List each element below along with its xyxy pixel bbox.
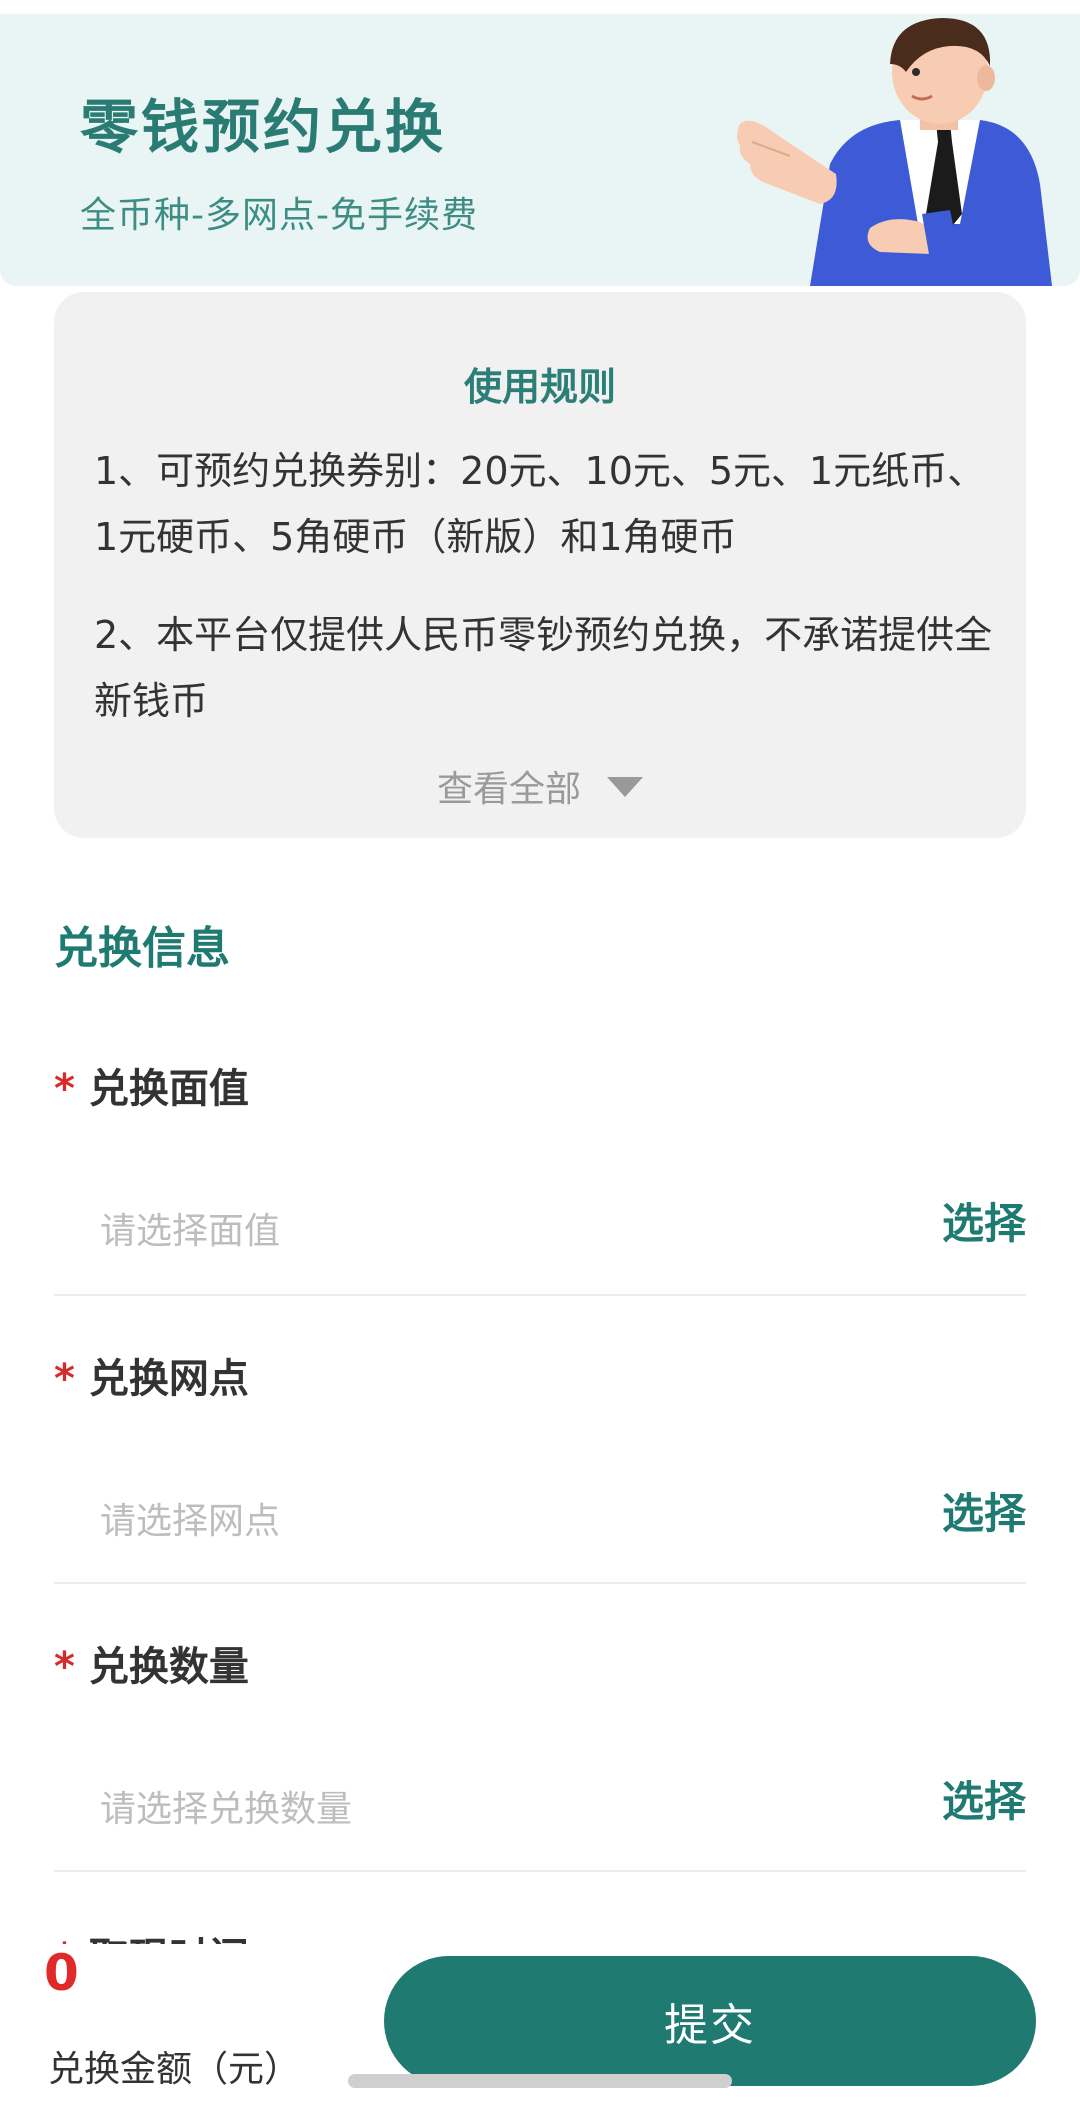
required-mark: * (54, 1066, 75, 1112)
businessman-illustration (737, 18, 1052, 286)
required-mark: * (54, 1935, 75, 1944)
view-all-label: 查看全部 (436, 769, 581, 810)
banner-subtitle: 全币种-多网点-免手续费 (80, 195, 478, 236)
section-title: 兑换信息 (54, 923, 230, 974)
exchange-amount-value: 0 (44, 1944, 79, 2002)
rules-card: 使用规则 1、可预约兑换券别：20元、10元、5元、1元纸币、1元硬币、5角硬币… (54, 292, 1026, 838)
home-indicator (348, 2074, 732, 2088)
required-mark: * (54, 1356, 75, 1402)
field-label-text: 取现时间 (89, 1935, 249, 1944)
field-label-quantity: * 兑换数量 (54, 1634, 249, 1692)
submit-button[interactable]: 提交 (384, 1956, 1036, 2086)
required-mark: * (54, 1644, 75, 1690)
rule-item: 1、可预约兑换券别：20元、10元、5元、1元纸币、1元硬币、5角硬币（新版）和… (94, 449, 986, 559)
divider (54, 1870, 1026, 1872)
caret-down-icon (607, 777, 643, 797)
field-label-denomination: * 兑换面值 (54, 1056, 249, 1114)
rules-title: 使用规则 (463, 365, 616, 409)
field-label-text: 兑换网点 (88, 1356, 249, 1402)
field-label-branch: * 兑换网点 (54, 1346, 249, 1404)
banner-title: 零钱预约兑换 (80, 93, 447, 161)
divider (54, 1582, 1026, 1584)
bottom-bar: 0 兑换金额（元） 提交 (0, 1944, 1080, 2108)
header-banner: 零钱预约兑换 全币种-多网点-免手续费 (0, 14, 1080, 286)
denomination-input[interactable]: 请选择面值 (100, 1202, 280, 1254)
field-label-text: 兑换数量 (88, 1644, 249, 1690)
field-label-withdraw-time: * 取现时间 (54, 1918, 249, 1944)
branch-input[interactable]: 请选择网点 (100, 1492, 280, 1544)
divider (54, 1294, 1026, 1296)
select-quantity-button[interactable]: 选择 (942, 1768, 1026, 1829)
field-label-text: 兑换面值 (88, 1066, 249, 1112)
view-all-button[interactable]: 查看全部 (54, 760, 1026, 812)
rule-item: 2、本平台仅提供人民币零钞预约兑换，不承诺提供全新钱币 (94, 613, 993, 723)
quantity-input[interactable]: 请选择兑换数量 (100, 1780, 352, 1832)
select-denomination-button[interactable]: 选择 (942, 1190, 1026, 1251)
select-branch-button[interactable]: 选择 (942, 1480, 1026, 1541)
exchange-amount-label: 兑换金额（元） (48, 2049, 301, 2090)
